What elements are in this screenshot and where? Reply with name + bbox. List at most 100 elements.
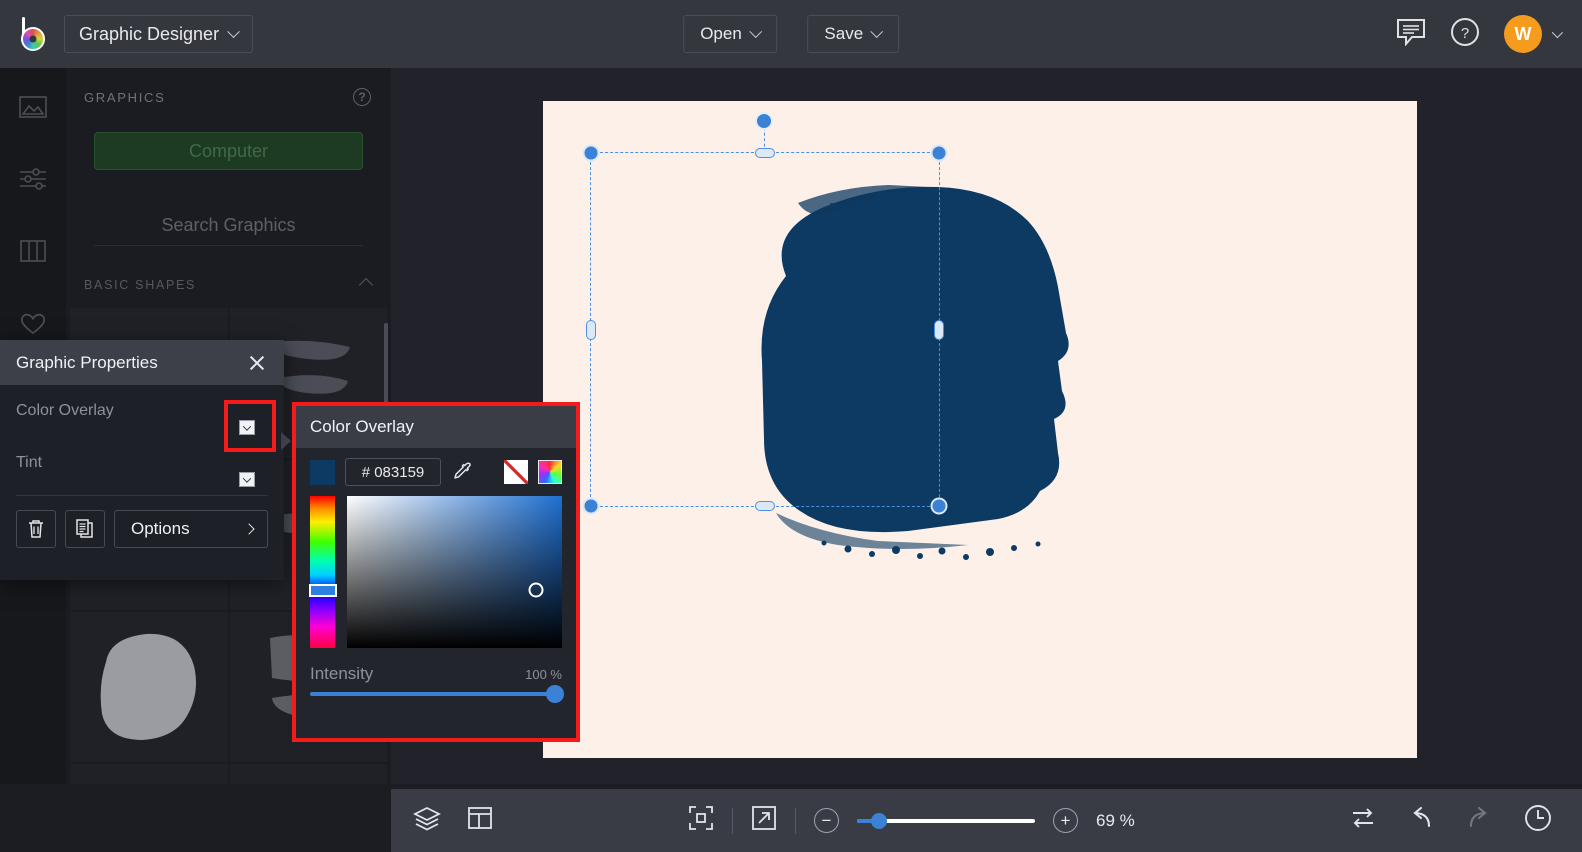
chevron-up-icon[interactable] <box>358 277 374 293</box>
tint-label: Tint <box>16 454 43 471</box>
resize-handle-top-center[interactable] <box>755 148 775 158</box>
save-label: Save <box>824 24 864 43</box>
brush-stroke-thumbnail[interactable] <box>70 764 228 784</box>
zoom-slider-knob[interactable] <box>871 812 887 829</box>
open-label: Open <box>700 24 742 43</box>
computer-button-label: Computer <box>188 140 269 161</box>
color-overlay-row: Color Overlay <box>0 385 284 437</box>
rotate-handle[interactable] <box>755 112 773 130</box>
svg-text:?: ? <box>1461 25 1469 42</box>
no-color-swatch[interactable] <box>504 460 528 484</box>
app-logo[interactable] <box>0 17 64 51</box>
duplicate-button[interactable] <box>65 510 105 548</box>
color-overlay-hex-row: # 083159 <box>296 448 576 496</box>
chevron-right-icon <box>243 523 255 535</box>
computer-button[interactable]: Computer <box>94 132 363 170</box>
color-overlay-swatch[interactable] <box>212 392 255 435</box>
trash-icon <box>29 520 43 538</box>
graphic-properties-panel: Graphic Properties Color Overlay Tint Op… <box>0 340 284 580</box>
chevron-down-icon <box>227 24 240 38</box>
artboard[interactable] <box>543 101 1417 758</box>
options-button[interactable]: Options <box>114 510 268 548</box>
top-bar: Graphic Designer Open Save ? W <box>0 0 1582 68</box>
basic-shapes-title: BASIC SHAPES <box>84 278 197 292</box>
sv-picker-handle[interactable] <box>528 582 544 598</box>
image-icon[interactable] <box>16 90 50 124</box>
color-overlay-popup: Color Overlay # 083159 Intensity 100 % <box>292 402 580 742</box>
brush-stroke-thumbnail[interactable] <box>229 764 387 784</box>
hex-value: # 083159 <box>361 463 425 481</box>
bottom-toolbar: − + 69 % <box>391 789 1582 852</box>
delete-button[interactable] <box>16 510 56 548</box>
search-placeholder: Search Graphics <box>161 215 296 235</box>
divider <box>795 807 796 834</box>
layers-icon[interactable] <box>412 804 442 837</box>
basic-shapes-section-header[interactable]: BASIC SHAPES <box>66 272 391 298</box>
current-color-swatch[interactable] <box>310 459 335 485</box>
resize-handle-bottom-center[interactable] <box>755 501 775 511</box>
chevron-down-icon[interactable] <box>239 472 255 487</box>
avatar[interactable]: W <box>1504 15 1542 53</box>
compare-swap-icon[interactable] <box>1350 805 1376 836</box>
hue-slider[interactable] <box>309 496 337 648</box>
duplicate-icon <box>76 519 93 538</box>
zoom-level-label: 69 % <box>1096 810 1135 830</box>
brush-blob-thumbnail[interactable] <box>70 612 228 762</box>
save-button[interactable]: Save <box>806 15 899 53</box>
zoom-in-button[interactable]: + <box>1053 808 1078 833</box>
resize-handle-top-left[interactable] <box>582 144 600 162</box>
saturation-value-picker[interactable] <box>346 496 562 648</box>
chevron-down-icon[interactable] <box>1551 26 1564 39</box>
top-right-actions: ? W <box>1396 15 1564 53</box>
color-overlay-popup-title: Color Overlay <box>310 417 414 436</box>
resize-handle-middle-left[interactable] <box>586 319 596 340</box>
panel-pointer <box>281 432 291 450</box>
sliders-icon[interactable] <box>16 162 50 196</box>
intensity-row: Intensity 100 % <box>296 648 576 684</box>
minus-icon: − <box>821 811 832 830</box>
intensity-slider[interactable] <box>310 685 564 703</box>
color-overlay-label: Color Overlay <box>16 402 114 419</box>
chevron-down-icon <box>870 24 884 38</box>
graphics-panel-title: GRAPHICS <box>84 89 166 105</box>
graphic-properties-actions: Options <box>0 496 284 548</box>
fit-to-screen-icon[interactable] <box>688 805 714 836</box>
comment-bubble-icon[interactable] <box>1396 18 1426 51</box>
undo-arrow-icon[interactable] <box>1408 805 1434 836</box>
color-overlay-popup-header: Color Overlay <box>296 406 576 448</box>
hue-slider-selector[interactable] <box>309 584 337 598</box>
help-circle-icon[interactable]: ? <box>1450 17 1480 52</box>
expand-arrow-icon[interactable] <box>751 805 777 836</box>
chevron-down-icon[interactable] <box>239 420 255 435</box>
resize-handle-middle-right[interactable] <box>934 319 944 340</box>
close-icon[interactable] <box>248 354 266 372</box>
history-clock-icon[interactable] <box>1524 804 1552 837</box>
search-graphics-input[interactable]: Search Graphics <box>94 206 363 246</box>
brush-stroke-graphic[interactable] <box>728 161 1188 571</box>
panel-layout-icon[interactable] <box>467 805 493 836</box>
hex-input[interactable]: # 083159 <box>345 458 441 486</box>
graphics-panel-header: GRAPHICS ? <box>66 68 391 126</box>
zoom-slider[interactable] <box>857 812 1035 829</box>
top-center-actions: Open Save <box>683 15 899 53</box>
document-title-dropdown[interactable]: Graphic Designer <box>64 15 254 53</box>
resize-handle-bottom-right[interactable] <box>930 497 948 515</box>
zoom-out-button[interactable]: − <box>814 808 839 833</box>
intensity-label: Intensity <box>310 664 374 683</box>
redo-arrow-icon[interactable] <box>1466 805 1492 836</box>
help-circle-icon[interactable]: ? <box>353 88 371 106</box>
tint-row: Tint <box>0 437 284 489</box>
app-root: Graphic Designer Open Save ? W GRAPHICS … <box>0 0 1582 852</box>
resize-handle-bottom-left[interactable] <box>582 497 600 515</box>
options-label: Options <box>131 519 190 538</box>
tint-swatch[interactable] <box>212 444 255 487</box>
eyedropper-icon[interactable] <box>451 460 475 484</box>
document-title: Graphic Designer <box>79 23 220 44</box>
intensity-slider-knob[interactable] <box>546 685 564 703</box>
open-button[interactable]: Open <box>683 15 777 53</box>
heart-icon[interactable] <box>16 306 50 340</box>
resize-handle-top-right[interactable] <box>930 144 948 162</box>
plus-icon: + <box>1060 811 1071 830</box>
color-wheel-icon[interactable] <box>538 460 562 484</box>
columns-icon[interactable] <box>16 234 50 268</box>
